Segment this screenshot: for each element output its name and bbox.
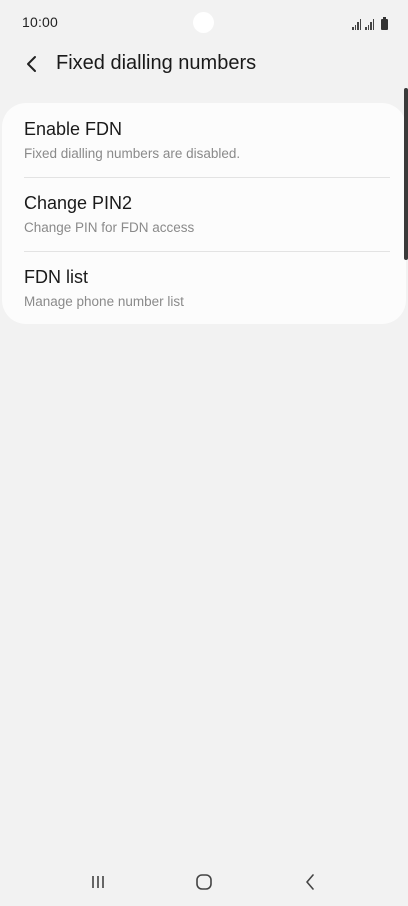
back-button[interactable]	[16, 48, 48, 80]
navigation-bar	[0, 858, 408, 906]
change-pin2-item[interactable]: Change PIN2 Change PIN for FDN access	[2, 178, 406, 251]
battery-icon	[381, 17, 388, 30]
system-back-button[interactable]	[286, 866, 334, 898]
enable-fdn-subtitle: Fixed dialling numbers are disabled.	[24, 146, 241, 161]
fdn-list-title: FDN list	[24, 267, 88, 287]
front-camera-cutout	[193, 12, 214, 33]
back-icon	[306, 874, 314, 890]
page-title: Fixed dialling numbers	[56, 52, 257, 74]
home-icon	[196, 874, 212, 890]
chevron-left-icon	[27, 56, 36, 72]
recents-button[interactable]	[74, 866, 122, 898]
status-bar: 10:00	[0, 0, 408, 46]
signal-strength-icon-2	[365, 19, 374, 30]
status-icons	[352, 14, 388, 30]
enable-fdn-item[interactable]: Enable FDN Fixed dialling numbers are di…	[2, 103, 406, 176]
scrollbar[interactable]	[404, 88, 408, 260]
app-header: Fixed dialling numbers	[0, 44, 408, 84]
fdn-list-item[interactable]: FDN list Manage phone number list	[2, 252, 406, 324]
change-pin2-subtitle: Change PIN for FDN access	[24, 220, 195, 235]
enable-fdn-title: Enable FDN	[24, 119, 123, 139]
status-time: 10:00	[22, 14, 59, 30]
home-button[interactable]	[180, 866, 228, 898]
recents-icon	[92, 876, 104, 888]
signal-strength-icon	[352, 19, 361, 30]
settings-card: Enable FDN Fixed dialling numbers are di…	[2, 103, 406, 324]
fdn-list-subtitle: Manage phone number list	[24, 294, 184, 309]
change-pin2-title: Change PIN2	[24, 193, 133, 213]
